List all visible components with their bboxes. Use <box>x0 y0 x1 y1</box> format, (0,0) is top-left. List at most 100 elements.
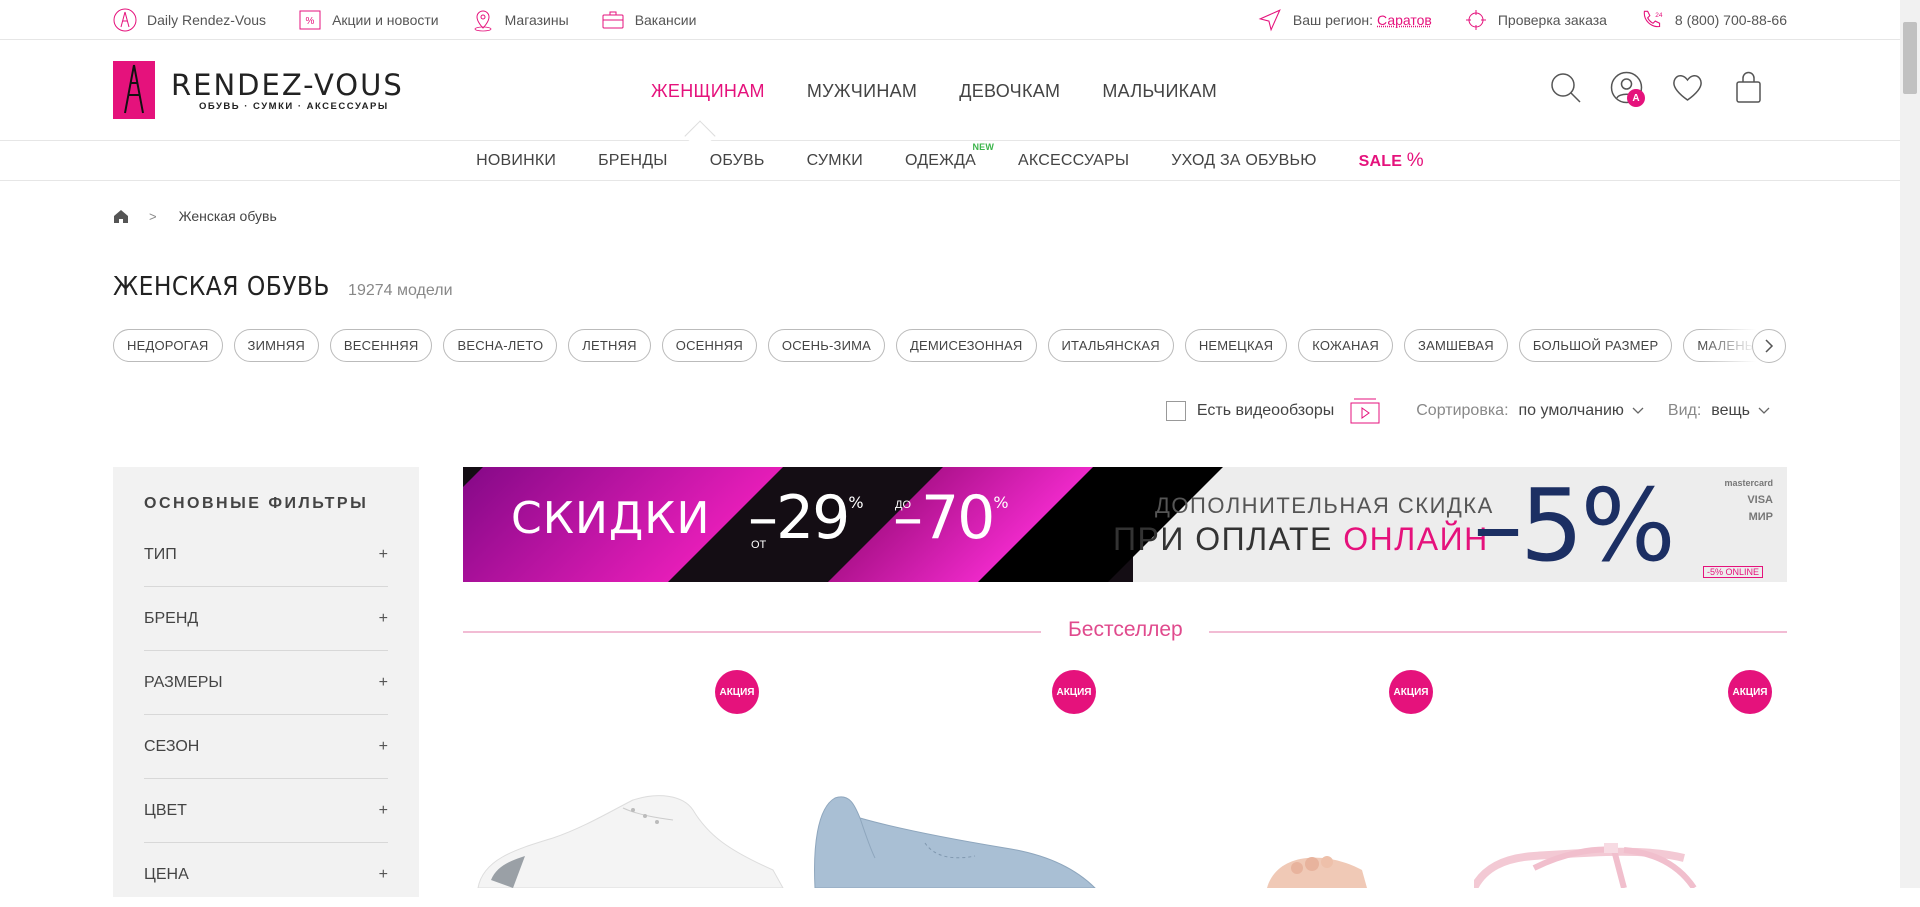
promo-banner[interactable]: СКИДКИ –29% ОТ –70% ДО ДОПОЛНИТЕЛЬНАЯ СК… <box>463 467 1787 582</box>
cat-sale[interactable]: SALE % <box>1359 150 1424 172</box>
briefcase-icon <box>601 8 625 32</box>
filter-label: ЦВЕТ <box>144 802 187 820</box>
chip[interactable]: ВЕСЕННЯЯ <box>330 329 433 362</box>
chip[interactable]: ЗИМНЯЯ <box>234 329 319 362</box>
logo[interactable]: RENDEZ-VOUS ОБУВЬ · СУМКИ · АКСЕССУАРЫ <box>113 61 404 119</box>
chip[interactable]: ОСЕННЯЯ <box>662 329 757 362</box>
svg-text:24: 24 <box>1655 12 1663 19</box>
chip[interactable]: ВЕСНА-ЛЕТО <box>443 329 557 362</box>
chips-next-button[interactable] <box>1752 329 1786 363</box>
heart-icon <box>1671 71 1704 104</box>
chip[interactable]: ЛЕТНЯЯ <box>568 329 651 362</box>
region-selector[interactable]: Ваш регион: Саратов <box>1257 7 1432 33</box>
filter-sizes[interactable]: РАЗМЕРЫ + <box>144 651 388 715</box>
favorites-button[interactable] <box>1671 71 1704 104</box>
payment-logos: mastercard VISA МИР <box>1724 475 1773 526</box>
video-review-filter[interactable]: Есть видеообзоры <box>1166 398 1380 424</box>
video-review-label: Есть видеообзоры <box>1197 402 1334 420</box>
cat-clothing[interactable]: ОДЕЖДА NEW <box>905 152 976 170</box>
sort-label: Сортировка: <box>1416 402 1508 420</box>
phone-link[interactable]: 24 8 (800) 700-88-66 <box>1639 7 1787 33</box>
online-discount-tag: -5% ONLINE <box>1703 566 1763 578</box>
chip[interactable]: НЕМЕЦКАЯ <box>1185 329 1287 362</box>
filter-color[interactable]: ЦВЕТ + <box>144 779 388 843</box>
phone-24-icon: 24 <box>1639 7 1665 33</box>
region-value[interactable]: Саратов <box>1377 12 1432 28</box>
filter-label: ЦЕНА <box>144 866 189 884</box>
cat-new[interactable]: НОВИНКИ <box>476 152 556 170</box>
vacancies-link[interactable]: Вакансии <box>601 8 697 32</box>
section-divider: Бестселлер <box>463 631 1787 632</box>
banner-sale-heading: СКИДКИ <box>511 493 710 544</box>
chip[interactable]: КОЖАНАЯ <box>1298 329 1393 362</box>
account-button[interactable]: A <box>1610 71 1643 104</box>
visa-logo: VISA <box>1724 492 1773 509</box>
discount-tag-icon: % <box>298 8 322 32</box>
expand-icon: + <box>379 674 388 692</box>
chip[interactable]: ЗАМШЕВАЯ <box>1404 329 1508 362</box>
view-dropdown[interactable]: Вид: вещь <box>1668 402 1770 420</box>
map-pin-icon <box>471 8 495 32</box>
stores-label: Магазины <box>505 12 569 28</box>
chip[interactable]: БОЛЬШОЙ РАЗМЕР <box>1519 329 1673 362</box>
cart-button[interactable] <box>1732 71 1765 104</box>
cat-accessories[interactable]: АКСЕССУАРЫ <box>1018 152 1129 170</box>
cat-bags[interactable]: СУМКИ <box>807 152 863 170</box>
home-icon[interactable] <box>113 208 129 224</box>
promo-badge: АКЦИЯ <box>1389 670 1433 714</box>
chevron-right-icon <box>1763 339 1775 353</box>
product-image <box>805 788 1135 888</box>
product-card[interactable]: АКЦИЯ <box>800 670 1138 888</box>
logo-mark <box>113 61 155 119</box>
sale-label: SALE <box>1359 153 1402 170</box>
expand-icon: + <box>379 866 388 884</box>
gender-boys[interactable]: МАЛЬЧИКАМ <box>1102 81 1217 102</box>
chevron-down-icon <box>1632 407 1644 415</box>
gender-nav: ЖЕНЩИНАМ МУЖЧИНАМ ДЕВОЧКАМ МАЛЬЧИКАМ <box>630 41 1238 141</box>
promo-news-link[interactable]: % Акции и новости <box>298 8 439 32</box>
filter-price[interactable]: ЦЕНА + <box>144 843 388 907</box>
product-card[interactable]: АКЦИЯ <box>1137 670 1475 888</box>
main-header: RENDEZ-VOUS ОБУВЬ · СУМКИ · АКСЕССУАРЫ Ж… <box>0 41 1900 141</box>
video-review-checkbox[interactable] <box>1166 401 1186 421</box>
banner-from-label: ОТ <box>751 539 766 551</box>
chip[interactable]: ИТАЛЬЯНСКАЯ <box>1048 329 1174 362</box>
gender-girls[interactable]: ДЕВОЧКАМ <box>959 81 1060 102</box>
mir-logo: МИР <box>1724 509 1773 526</box>
sort-dropdown[interactable]: Сортировка: по умолчанию <box>1416 402 1644 420</box>
expand-icon: + <box>379 802 388 820</box>
filter-season[interactable]: СЕЗОН + <box>144 715 388 779</box>
cat-shoes[interactable]: ОБУВЬ <box>710 152 765 170</box>
filter-type[interactable]: ТИП + <box>144 523 388 587</box>
page-title: ЖЕНСКАЯ ОБУВЬ <box>113 272 330 302</box>
banner-online-payment: ПРИ ОПЛАТЕ ОНЛАЙН <box>1113 521 1489 558</box>
expand-icon: + <box>379 610 388 628</box>
search-button[interactable] <box>1549 71 1582 104</box>
cat-shoe-care[interactable]: УХОД ЗА ОБУВЬЮ <box>1171 152 1316 170</box>
scrollbar-thumb[interactable] <box>1903 22 1917 94</box>
navigation-arrow-icon <box>1257 7 1283 33</box>
page-scrollbar[interactable] <box>1900 0 1920 888</box>
cat-brands[interactable]: БРЕНДЫ <box>598 152 668 170</box>
product-card[interactable]: АКЦИЯ <box>463 670 801 888</box>
top-bar: Daily Rendez-Vous % Акции и новости Мага… <box>0 0 1900 40</box>
section-title: Бестселлер <box>1068 618 1182 642</box>
filter-brand[interactable]: БРЕНД + <box>144 587 388 651</box>
order-check-label: Проверка заказа <box>1498 12 1607 28</box>
product-card[interactable]: АКЦИЯ <box>1474 670 1812 888</box>
order-check-link[interactable]: Проверка заказа <box>1464 8 1607 32</box>
chip[interactable]: ОСЕНЬ-ЗИМА <box>768 329 885 362</box>
account-badge: A <box>1627 89 1645 107</box>
eiffel-tower-icon <box>113 8 137 32</box>
daily-rendez-vous-link[interactable]: Daily Rendez-Vous <box>113 8 266 32</box>
filters-title: ОСНОВНЫЕ ФИЛЬТРЫ <box>144 495 368 513</box>
breadcrumb-current: Женская обувь <box>179 208 277 224</box>
chip[interactable]: ДЕМИСЕЗОННАЯ <box>896 329 1036 362</box>
gender-men[interactable]: МУЖЧИНАМ <box>807 81 917 102</box>
promo-news-label: Акции и новости <box>332 12 439 28</box>
banner-extra-discount: ДОПОЛНИТЕЛЬНАЯ СКИДКА <box>1155 493 1494 519</box>
chip[interactable]: НЕДОРОГАЯ <box>113 329 223 362</box>
stores-link[interactable]: Магазины <box>471 8 569 32</box>
expand-icon: + <box>379 738 388 756</box>
gender-women[interactable]: ЖЕНЩИНАМ <box>651 81 765 102</box>
